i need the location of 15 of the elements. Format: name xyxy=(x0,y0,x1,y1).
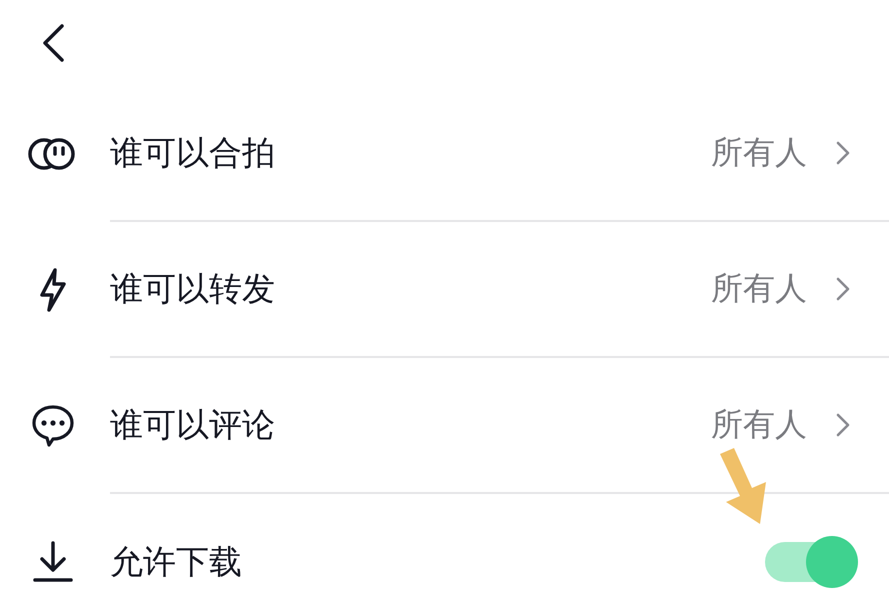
setting-value[interactable]: 所有人 xyxy=(711,403,807,447)
download-icon xyxy=(33,541,73,583)
chevron-right-icon[interactable] xyxy=(835,140,851,166)
setting-label: 谁可以转发 xyxy=(110,268,276,310)
setting-label: 谁可以评论 xyxy=(110,404,276,446)
setting-value[interactable]: 所有人 xyxy=(711,267,807,311)
toggle-switch[interactable] xyxy=(763,535,859,589)
setting-label: 允许下载 xyxy=(110,540,243,582)
chevron-right-icon[interactable] xyxy=(835,412,851,438)
chevron-right-icon[interactable] xyxy=(835,276,851,302)
lightning-icon xyxy=(39,267,67,313)
setting-value[interactable]: 所有人 xyxy=(711,131,807,175)
setting-label: 谁可以合拍 xyxy=(110,132,276,174)
chat-bubble-icon xyxy=(31,404,75,448)
back-icon[interactable] xyxy=(40,23,66,63)
